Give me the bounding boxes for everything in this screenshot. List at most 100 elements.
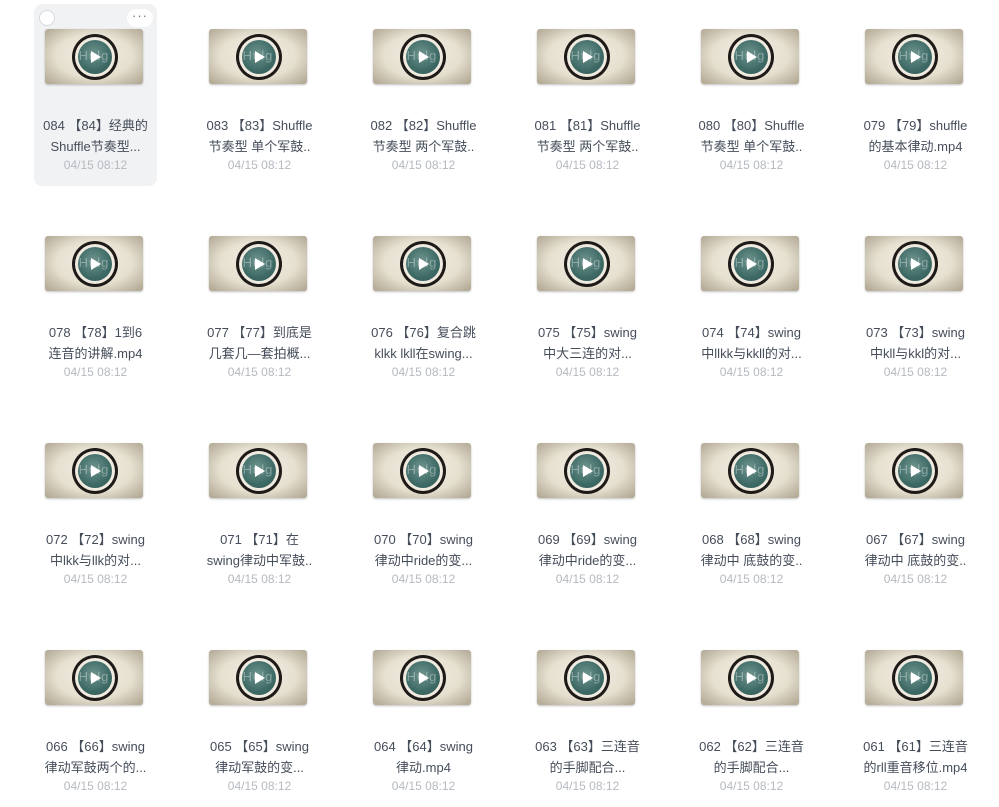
video-thumbnail[interactable]: Hulg <box>373 236 471 291</box>
play-icon <box>91 465 101 477</box>
file-name[interactable]: 079 【79】shuffle 的基本律动.mp4 <box>854 115 977 157</box>
more-icon[interactable]: ··· <box>127 9 153 27</box>
file-name[interactable]: 071 【71】在 swing律动中军鼓.. <box>198 529 321 571</box>
video-thumbnail[interactable]: Hulg <box>701 650 799 705</box>
video-thumbnail[interactable]: Hulg <box>45 236 143 291</box>
file-time: 04/15 08:12 <box>227 158 292 172</box>
file-name[interactable]: 068 【68】swing 律动中 底鼓的变.. <box>690 529 813 571</box>
video-thumbnail[interactable]: Hulg <box>45 443 143 498</box>
file-time: 04/15 08:12 <box>555 365 620 379</box>
video-thumbnail[interactable]: Hulg <box>209 236 307 291</box>
video-thumbnail[interactable]: Hulg <box>209 29 307 84</box>
video-thumbnail[interactable]: Hulg <box>537 29 635 84</box>
file-name[interactable]: 084 【84】经典的 Shuffle节奏型... <box>34 115 157 157</box>
file-tile[interactable]: Hulg 080 【80】Shuffle 节奏型 单个军鼓.. 04/15 08:1… <box>690 4 813 186</box>
file-tile[interactable]: Hulg 082 【82】Shuffle 节奏型 两个军鼓.. 04/15 08:1… <box>362 4 485 186</box>
file-time: 04/15 08:12 <box>555 572 620 586</box>
video-thumbnail[interactable]: Hulg <box>45 29 143 84</box>
file-tile[interactable]: Hulg 076 【76】复合跳 klkk lkll在swing... 04/15 … <box>362 211 485 393</box>
file-time: 04/15 08:12 <box>555 779 620 793</box>
file-tile[interactable]: Hulg 081 【81】Shuffle 节奏型 两个军鼓.. 04/15 08:1… <box>526 4 649 186</box>
video-thumbnail[interactable]: Hulg <box>701 29 799 84</box>
file-tile[interactable]: ··· Hulg 084 【84】经典的 Shuffle节奏型... 04/15 08… <box>34 4 157 186</box>
file-tile[interactable]: Hulg 068 【68】swing 律动中 底鼓的变.. 04/15 08:12 <box>690 418 813 600</box>
file-time: 04/15 08:12 <box>391 158 456 172</box>
video-thumbnail[interactable]: Hulg <box>537 443 635 498</box>
file-tile[interactable]: Hulg 072 【72】swing 中lkk与llk的对... 04/15 08:… <box>34 418 157 600</box>
file-tile[interactable]: Hulg 066 【66】swing 律动军鼓两个的... 04/15 08:12 <box>34 625 157 807</box>
file-name[interactable]: 077 【77】到底是 几套几—套拍概... <box>198 322 321 364</box>
file-name[interactable]: 067 【67】swing 律动中 底鼓的变.. <box>854 529 977 571</box>
file-tile[interactable]: Hulg 064 【64】swing 律动.mp4 04/15 08:12 <box>362 625 485 807</box>
file-tile[interactable]: Hulg 065 【65】swing 律动军鼓的变... 04/15 08:12 <box>198 625 321 807</box>
file-time: 04/15 08:12 <box>883 158 948 172</box>
play-icon <box>91 258 101 270</box>
file-tile[interactable]: Hulg 078 【78】1到6 连音的讲解.mp4 04/15 08:12 <box>34 211 157 393</box>
video-thumbnail[interactable]: Hulg <box>373 650 471 705</box>
file-name[interactable]: 078 【78】1到6 连音的讲解.mp4 <box>34 322 157 364</box>
video-thumbnail[interactable]: Hulg <box>865 443 963 498</box>
file-time: 04/15 08:12 <box>391 572 456 586</box>
video-thumbnail[interactable]: Hulg <box>373 443 471 498</box>
play-icon <box>583 258 593 270</box>
file-tile[interactable]: Hulg 077 【77】到底是 几套几—套拍概... 04/15 08:12 <box>198 211 321 393</box>
video-thumbnail[interactable]: Hulg <box>45 650 143 705</box>
file-time: 04/15 08:12 <box>719 158 784 172</box>
file-name[interactable]: 080 【80】Shuffle 节奏型 单个军鼓.. <box>690 115 813 157</box>
video-thumbnail[interactable]: Hulg <box>865 236 963 291</box>
play-icon <box>91 51 101 63</box>
play-icon <box>747 672 757 684</box>
file-tile[interactable]: Hulg 079 【79】shuffle 的基本律动.mp4 04/15 08:12 <box>854 4 977 186</box>
file-name[interactable]: 074 【74】swing 中llkk与kkll的对... <box>690 322 813 364</box>
file-name[interactable]: 070 【70】swing 律动中ride的变... <box>362 529 485 571</box>
file-name[interactable]: 073 【73】swing 中kll与kkl的对... <box>854 322 977 364</box>
play-icon <box>747 51 757 63</box>
file-name[interactable]: 061 【61】三连音 的rll重音移位.mp4 <box>854 736 977 778</box>
play-icon <box>91 672 101 684</box>
circle-checkbox-icon[interactable] <box>39 10 55 26</box>
video-thumbnail[interactable]: Hulg <box>865 650 963 705</box>
file-name[interactable]: 066 【66】swing 律动军鼓两个的... <box>34 736 157 778</box>
file-name[interactable]: 082 【82】Shuffle 节奏型 两个军鼓.. <box>362 115 485 157</box>
file-tile[interactable]: Hulg 063 【63】三连音 的手脚配合... 04/15 08:12 <box>526 625 649 807</box>
video-thumbnail[interactable]: Hulg <box>701 443 799 498</box>
video-thumbnail[interactable]: Hulg <box>209 650 307 705</box>
file-tile[interactable]: Hulg 073 【73】swing 中kll与kkl的对... 04/15 08:… <box>854 211 977 393</box>
file-time: 04/15 08:12 <box>63 572 128 586</box>
file-name[interactable]: 083 【83】Shuffle 节奏型 单个军鼓.. <box>198 115 321 157</box>
play-icon <box>583 51 593 63</box>
file-tile[interactable]: Hulg 067 【67】swing 律动中 底鼓的变.. 04/15 08:12 <box>854 418 977 600</box>
file-tile[interactable]: Hulg 061 【61】三连音 的rll重音移位.mp4 04/15 08:12 <box>854 625 977 807</box>
file-tile[interactable]: Hulg 075 【75】swing 中大三连的对... 04/15 08:12 <box>526 211 649 393</box>
file-time: 04/15 08:12 <box>719 572 784 586</box>
file-name[interactable]: 062 【62】三连音 的手脚配合... <box>690 736 813 778</box>
file-name[interactable]: 064 【64】swing 律动.mp4 <box>362 736 485 778</box>
file-name[interactable]: 065 【65】swing 律动军鼓的变... <box>198 736 321 778</box>
file-grid: ··· Hulg 084 【84】经典的 Shuffle节奏型... 04/15 08… <box>0 0 999 793</box>
play-icon <box>583 672 593 684</box>
file-name[interactable]: 072 【72】swing 中lkk与llk的对... <box>34 529 157 571</box>
file-name[interactable]: 076 【76】复合跳 klkk lkll在swing... <box>362 322 485 364</box>
file-time: 04/15 08:12 <box>63 779 128 793</box>
play-icon <box>911 465 921 477</box>
file-tile[interactable]: Hulg 069 【69】swing 律动中ride的变... 04/15 08:1… <box>526 418 649 600</box>
video-thumbnail[interactable]: Hulg <box>537 650 635 705</box>
file-time: 04/15 08:12 <box>883 779 948 793</box>
file-name[interactable]: 063 【63】三连音 的手脚配合... <box>526 736 649 778</box>
file-name[interactable]: 081 【81】Shuffle 节奏型 两个军鼓.. <box>526 115 649 157</box>
file-name[interactable]: 069 【69】swing 律动中ride的变... <box>526 529 649 571</box>
file-tile[interactable]: Hulg 070 【70】swing 律动中ride的变... 04/15 08:1… <box>362 418 485 600</box>
file-tile[interactable]: Hulg 071 【71】在 swing律动中军鼓.. 04/15 08:12 <box>198 418 321 600</box>
file-time: 04/15 08:12 <box>391 779 456 793</box>
video-thumbnail[interactable]: Hulg <box>537 236 635 291</box>
play-icon <box>911 672 921 684</box>
file-tile[interactable]: Hulg 074 【74】swing 中llkk与kkll的对... 04/15 0… <box>690 211 813 393</box>
video-thumbnail[interactable]: Hulg <box>701 236 799 291</box>
video-thumbnail[interactable]: Hulg <box>209 443 307 498</box>
play-icon <box>583 465 593 477</box>
file-tile[interactable]: Hulg 083 【83】Shuffle 节奏型 单个军鼓.. 04/15 08:1… <box>198 4 321 186</box>
file-tile[interactable]: Hulg 062 【62】三连音 的手脚配合... 04/15 08:12 <box>690 625 813 807</box>
video-thumbnail[interactable]: Hulg <box>865 29 963 84</box>
file-name[interactable]: 075 【75】swing 中大三连的对... <box>526 322 649 364</box>
video-thumbnail[interactable]: Hulg <box>373 29 471 84</box>
